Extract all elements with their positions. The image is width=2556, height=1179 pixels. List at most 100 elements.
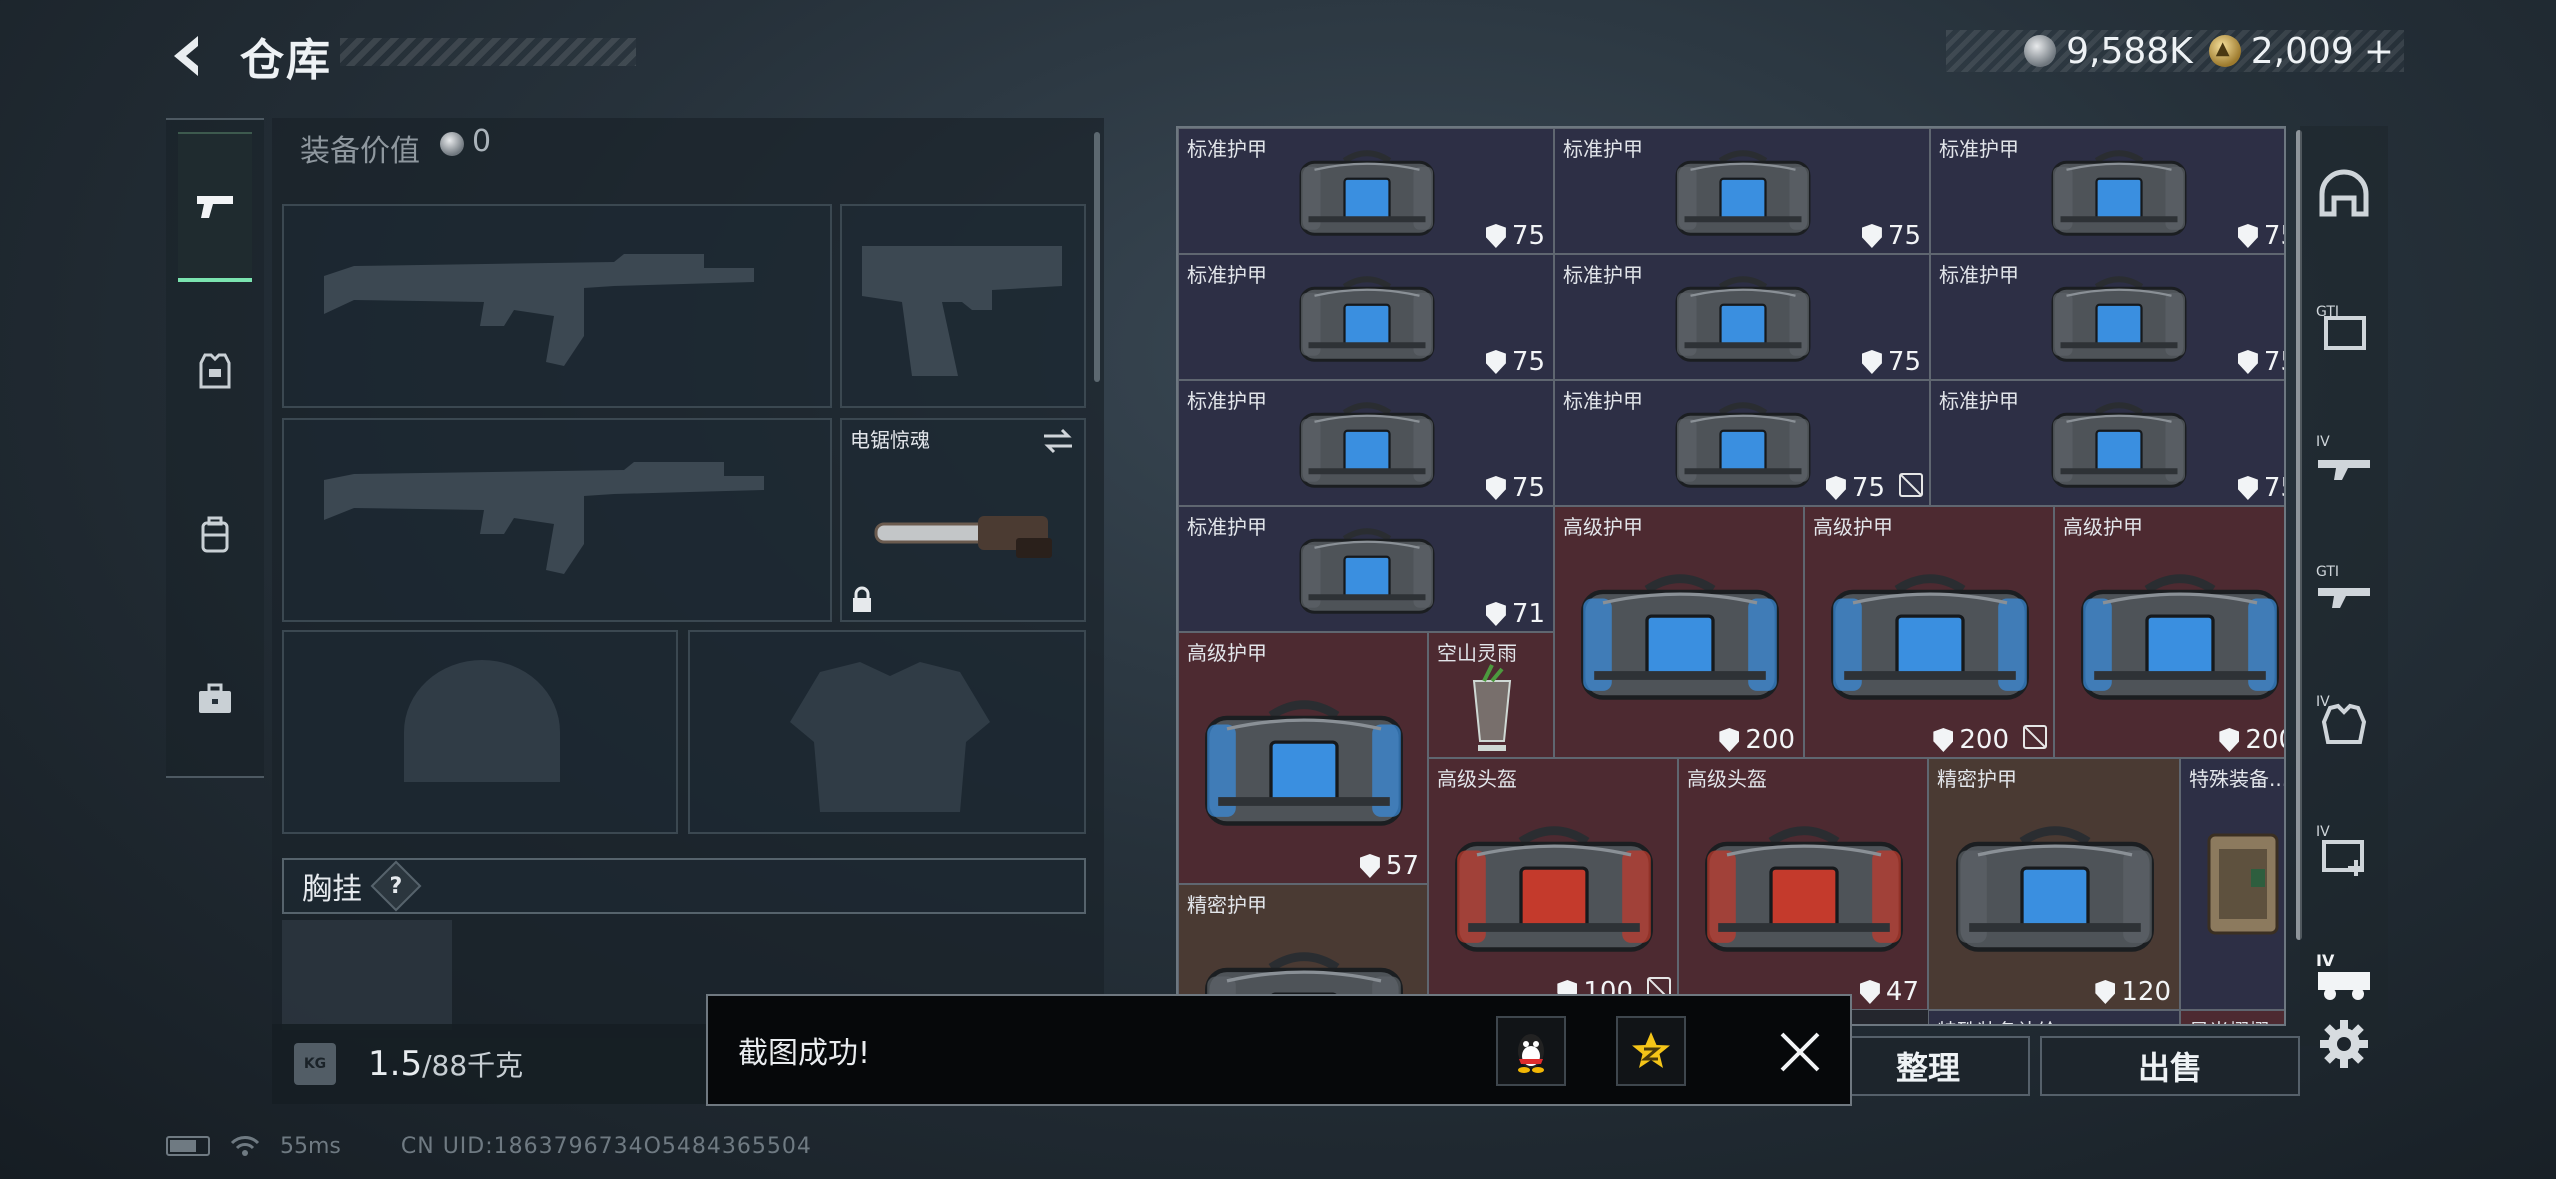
weight-max: /88千克 (422, 1049, 524, 1082)
weight-icon: KG (294, 1043, 336, 1085)
ping-text: 55ms (280, 1133, 341, 1159)
gold-add-button[interactable]: + (2364, 31, 2394, 72)
armor-bag-icon (1675, 402, 1811, 488)
inventory-item[interactable]: 特殊装备... (2180, 758, 2286, 1010)
shield-icon (2219, 728, 2240, 752)
melee-slot[interactable]: 电锯惊魂 (840, 418, 1086, 622)
helmet-outline-icon (2319, 169, 2369, 217)
shield-icon (1861, 224, 1882, 248)
share-qq-button[interactable] (1496, 1016, 1566, 1086)
shield-icon (2237, 224, 2258, 248)
page-title: 仓库 (240, 35, 332, 86)
shield-icon (2237, 476, 2258, 500)
item-name: 高级头盔 (1437, 767, 1517, 791)
item-name: 特殊装备补给 (1937, 1015, 2057, 1024)
primary-weapon-slot[interactable] (282, 204, 832, 408)
inventory-item[interactable]: 标准护甲 75 (1930, 254, 2284, 380)
inventory-item[interactable]: 高级护甲 200 (1554, 506, 1804, 758)
inventory-item[interactable]: 高级头盔 100 (1428, 758, 1678, 1010)
gold-currency[interactable]: 2,009 + (2208, 31, 2394, 72)
chainsaw-icon (874, 516, 1052, 558)
inventory-item[interactable]: 标准护甲 75 (1554, 254, 1930, 380)
close-icon (1780, 1032, 1820, 1072)
status-bar: 55ms CN UID:1863796734O5484365504 (166, 1128, 812, 1164)
equipment-value-label: 装备价值 (300, 134, 420, 169)
inventory-item[interactable]: 标准护甲 75 (1178, 128, 1554, 254)
item-durability: 75 (2237, 221, 2284, 251)
shield-icon (1485, 602, 1506, 626)
iv-medical-tab[interactable]: IV (2312, 814, 2376, 878)
inventory-item[interactable]: 特殊装备补给 (1928, 1010, 2180, 1024)
item-name: 标准护甲 (1187, 263, 1267, 287)
inventory-item[interactable]: 标准护甲 71 (1178, 506, 1554, 632)
equipment-scrollbar[interactable] (1094, 132, 1100, 382)
weapons-tab[interactable] (178, 132, 252, 282)
chest-rig-slot[interactable] (282, 920, 452, 1030)
armor-bag-icon (1205, 700, 1403, 826)
qq-penguin-icon (1518, 1034, 1544, 1073)
item-name: 标准护甲 (1939, 389, 2019, 413)
inventory-item[interactable]: 高级护甲 200 (1804, 506, 2054, 758)
item-name: 标准护甲 (1187, 137, 1267, 161)
item-name: 标准护甲 (1563, 389, 1643, 413)
armor-tab[interactable] (178, 296, 252, 446)
inventory-item[interactable]: 精密护甲 120 (1928, 758, 2180, 1010)
armor-bag-icon (2051, 150, 2187, 236)
durability-value: 75 (1851, 473, 1885, 503)
inventory-item[interactable]: 标准护甲 75 (1930, 128, 2284, 254)
all-category-tab[interactable] (2312, 164, 2376, 228)
secondary-weapon-slot[interactable] (282, 418, 832, 622)
inventory-item[interactable]: 高级头盔 47 (1678, 758, 1928, 1010)
back-button[interactable] (160, 28, 216, 84)
iv-weapon-tab[interactable]: IV (2312, 424, 2376, 488)
iv-vest-icon: IV (2316, 694, 2367, 744)
item-durability: 120 (2095, 977, 2171, 1007)
inventory-item[interactable]: 标准护甲 75 (1930, 380, 2284, 506)
item-durability: 75 (1861, 347, 1921, 377)
iv-armor-tab[interactable]: IV (2312, 684, 2376, 748)
item-durability: 75 (1485, 221, 1545, 251)
swap-icon[interactable] (1040, 426, 1076, 456)
settings-button[interactable] (2316, 1016, 2372, 1072)
item-name: 特殊装备... (2189, 767, 2286, 791)
backpack-tab[interactable] (178, 460, 252, 610)
armor-bag-icon (1299, 402, 1435, 488)
inventory-item[interactable]: 高级护甲 57 (1178, 632, 1428, 884)
shield-icon (2237, 350, 2258, 374)
case-tab[interactable] (178, 624, 252, 774)
armor-bag-icon (1675, 150, 1811, 236)
item-name: 标准护甲 (1563, 137, 1643, 161)
share-qzone-button[interactable] (1616, 1016, 1686, 1086)
close-button[interactable] (1772, 1024, 1828, 1080)
durability-value: 75 (2263, 221, 2284, 251)
gti-weapon-tab[interactable]: GTI (2312, 554, 2376, 618)
inventory-item[interactable]: 空山灵雨 (1428, 632, 1554, 758)
inventory-item[interactable]: 标准护甲 75 (1178, 254, 1554, 380)
item-name: 标准护甲 (1939, 263, 2019, 287)
briefcase-icon (199, 683, 231, 713)
item-name: 高级护甲 (2063, 515, 2143, 539)
inventory-item[interactable]: 标准护甲 75 (1554, 128, 1930, 254)
item-name: 精密护甲 (1937, 767, 2017, 791)
sort-button[interactable]: 整理 (1826, 1036, 2030, 1096)
sell-button[interactable]: 出售 (2040, 1036, 2300, 1096)
helmet-slot[interactable] (282, 630, 678, 834)
gear-icon (2320, 1020, 2368, 1068)
inventory-grid[interactable]: 标准护甲75标准护甲75标准护甲75标准护甲75标准护甲75标准护甲75标准护甲… (1176, 126, 2286, 1026)
sidearm-slot[interactable] (840, 204, 1086, 408)
inventory-item[interactable]: 星光熠熠 (2180, 1010, 2284, 1024)
help-button[interactable]: ? (370, 860, 422, 912)
inventory-item[interactable]: 标准护甲 75 (1178, 380, 1554, 506)
inventory-item[interactable]: 标准护甲 75 (1554, 380, 1930, 506)
gti-armor-tab[interactable]: GTI (2312, 294, 2376, 358)
item-durability: 57 (1359, 851, 1419, 881)
shield-icon (1859, 980, 1880, 1004)
iv-vehicle-tab[interactable]: IV (2312, 944, 2376, 1008)
armor-bag-icon (2051, 402, 2187, 488)
body-armor-slot[interactable] (688, 630, 1086, 834)
unsellable-icon (2023, 725, 2047, 749)
rifle-silhouette-icon (324, 254, 754, 366)
inventory-item[interactable]: 高级护甲 200 (2054, 506, 2284, 758)
chest-rig-label: 胸挂 (302, 872, 362, 907)
title-decoration (340, 38, 636, 66)
